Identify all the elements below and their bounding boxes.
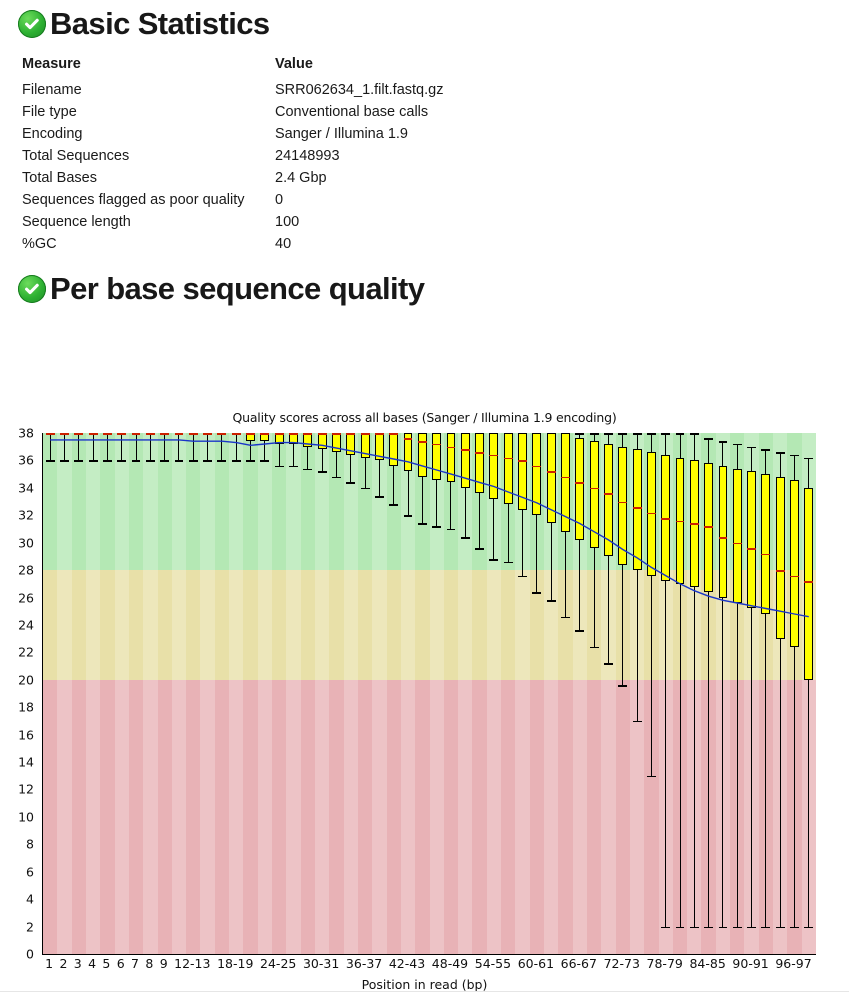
y-axis-tick: 2 [26,919,34,935]
x-axis-tick: 54-55 [474,956,512,971]
table-row: %GC 40 [22,233,443,255]
y-axis-tick: 22 [18,644,34,660]
y-axis-tick: 10 [18,809,34,825]
per-base-quality-boxplot: Quality scores across all bases (Sanger … [0,406,849,996]
basic-statistics-table: Measure Value Filename SRR062634_1.filt.… [22,53,443,255]
x-axis-tick: 30-31 [302,956,340,971]
y-axis-tick: 30 [18,535,34,551]
y-axis-tick: 14 [18,754,34,770]
cell-value: 2.4 Gbp [275,170,327,186]
table-header-row: Measure Value [22,53,443,79]
cell-measure: %GC [22,236,57,252]
x-axis-tick: 78-79 [646,956,683,971]
x-axis-tick: 18-19 [217,956,254,971]
cell-measure: Sequences flagged as poor quality [22,192,245,208]
x-axis-label: Position in read (bp) [361,977,488,992]
y-axis-tick: 20 [18,672,34,688]
plot-inner [43,433,816,954]
cell-measure: Total Bases [22,170,97,186]
x-axis-tick: 84-85 [689,956,726,971]
check-circle-icon [18,9,46,38]
cell-value: 40 [275,236,292,252]
y-axis-tick: 32 [18,507,34,523]
x-axis-tick: 6 [116,956,125,971]
cell-measure: Filename [22,82,82,98]
x-axis-tick: 60-61 [517,956,555,971]
y-axis-tick: 16 [18,727,34,743]
x-axis-tick: 42-43 [388,956,426,971]
cell-value: Conventional base calls [275,104,429,120]
table-row: Filename SRR062634_1.filt.fastq.gz [22,79,443,101]
x-axis-tick: 9 [159,956,168,971]
x-axis-tick: 7 [131,956,140,971]
x-axis-tick: 5 [102,956,111,971]
cell-value: Sanger / Illumina 1.9 [275,126,408,142]
y-axis-tick: 38 [18,425,34,441]
section-title-per-base-sequence-quality: Per base sequence quality [18,273,849,304]
cell-value: 24148993 [275,148,340,164]
y-axis-tick: 34 [18,480,34,496]
table-row: File type Conventional base calls [22,101,443,123]
module-title-text: Per base sequence quality [50,271,425,306]
cell-measure: Sequence length [22,214,131,230]
column-header-measure: Measure [22,56,81,72]
cell-measure: File type [22,104,77,120]
table-row: Encoding Sanger / Illumina 1.9 [22,123,443,145]
y-axis-tick: 28 [18,562,34,578]
x-axis: 1 2 3 4 5 6 7 8 9 12-13 18-19 24-25 30-31 36-37 42-43 4… [42,956,815,976]
y-axis-tick: 12 [18,781,34,797]
y-axis-tick: 0 [26,946,34,962]
y-axis-tick: 8 [26,836,34,852]
x-axis-tick: 48-49 [431,956,469,971]
x-axis-tick: 3 [73,956,82,971]
table-row: Sequence length 100 [22,211,443,233]
table-row: Total Sequences 24148993 [22,145,443,167]
table-row: Sequences flagged as poor quality 0 [22,189,443,211]
x-axis-tick: 66-67 [560,956,597,971]
y-axis-tick: 26 [18,590,34,606]
x-axis-tick: 36-37 [345,956,383,971]
y-axis-tick: 24 [18,617,34,633]
x-axis-tick: 96-97 [775,956,812,971]
check-circle-icon [18,274,46,303]
plot-area [42,433,816,955]
page-divider [0,991,849,992]
module-title-text: Basic Statistics [50,6,270,41]
module-basic-statistics: Basic Statistics Measure Value Filename … [0,8,849,255]
page-title: Basic Statistics [18,8,849,39]
cell-value: 100 [275,214,300,230]
cell-value: SRR062634_1.filt.fastq.gz [275,82,444,98]
y-axis-tick: 36 [18,452,34,468]
module-per-base-sequence-quality: Per base sequence quality [0,273,849,304]
cell-value: 0 [275,192,284,208]
x-axis-tick: 4 [88,956,97,971]
x-axis-tick: 8 [145,956,154,971]
x-axis-tick: 12-13 [174,956,211,971]
x-axis-tick: 2 [59,956,68,971]
column-header-value: Value [275,56,313,72]
x-axis-tick: 90-91 [732,956,769,971]
x-axis-tick: 1 [45,956,54,971]
y-axis-tick: 6 [26,864,34,880]
x-axis-tick: 72-73 [603,956,640,971]
y-axis-tick: 4 [26,891,34,907]
cell-measure: Encoding [22,126,83,142]
y-axis-tick: 18 [18,699,34,715]
x-axis-tick: 24-25 [260,956,297,971]
cell-measure: Total Sequences [22,148,130,164]
table-row: Total Bases 2.4 Gbp [22,167,443,189]
mean-quality-line [50,439,809,618]
chart-title: Quality scores across all bases (Sanger … [232,410,617,425]
y-axis: 0 2 4 6 8 10 12 14 16 18 20 22 24 26 28 30 32 34 36 38 [0,426,40,962]
